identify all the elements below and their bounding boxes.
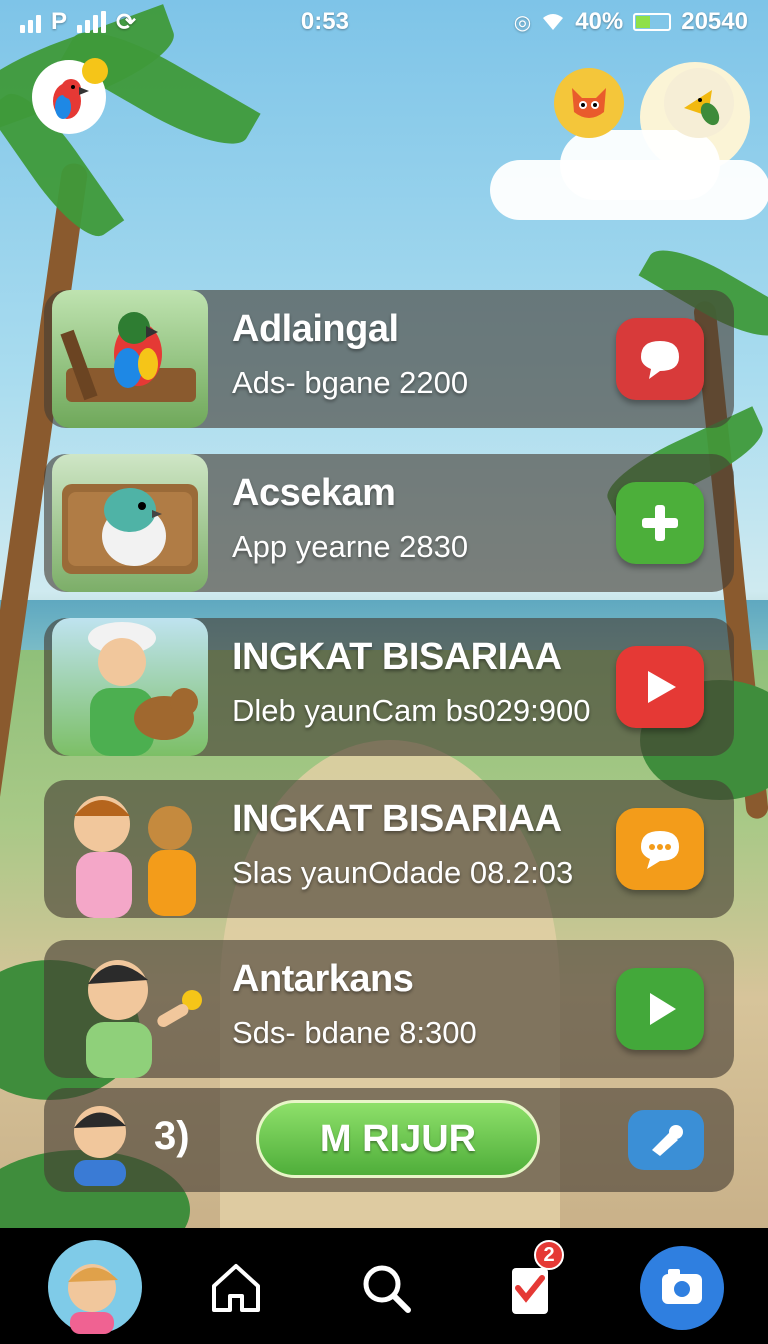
item-title: Adlaingal xyxy=(232,308,399,350)
carrier-label: P xyxy=(51,8,68,35)
boy-waving-thumbnail xyxy=(52,940,208,1078)
cloud xyxy=(560,130,720,200)
plus-icon[interactable] xyxy=(616,482,704,564)
status-bar: P ⟳ 0:53 ◎ 40% 20540 xyxy=(0,0,768,44)
list-item[interactable]: INGKAT BISARIAA Slas yaunOdade 08.2:03 xyxy=(44,780,734,918)
list-item[interactable]: Antarkans Sds- bdane 8:300 xyxy=(44,940,734,1078)
signal-icon xyxy=(77,11,107,33)
list-item[interactable]: INGKAT BISARIAA Dleb yaunCam bs029:900 xyxy=(44,618,734,756)
battery-icon xyxy=(633,13,672,31)
camera-icon[interactable] xyxy=(638,1244,726,1332)
notification-dot xyxy=(82,58,108,84)
item-title: Antarkans xyxy=(232,958,414,1000)
wifi-icon xyxy=(543,14,564,30)
bird-icon[interactable] xyxy=(664,68,734,138)
item-title: INGKAT BISARIAA xyxy=(232,636,562,678)
speech-bubble-icon[interactable] xyxy=(616,808,704,890)
checklist-icon[interactable]: 2 xyxy=(484,1240,572,1332)
notification-badge: 2 xyxy=(534,1240,564,1270)
item-subtitle: Dleb yaunCam bs029:900 xyxy=(232,693,591,728)
signal-icon xyxy=(20,11,41,33)
item-subtitle: Slas yaunOdade 08.2:03 xyxy=(232,855,574,890)
main-action-button[interactable]: M RIJUR xyxy=(256,1100,540,1178)
bird-thumbnail xyxy=(52,454,208,592)
boy-with-pet-thumbnail xyxy=(52,618,208,756)
megaphone-icon[interactable] xyxy=(628,1110,704,1170)
sound-count: 3) xyxy=(154,1114,190,1158)
search-icon[interactable] xyxy=(342,1244,430,1332)
bottom-nav: 2 xyxy=(0,1228,768,1344)
list-item[interactable]: Acsekam App yearne 2830 xyxy=(44,454,734,592)
item-subtitle: Sds- bdane 8:300 xyxy=(232,1015,477,1050)
play-icon[interactable] xyxy=(616,968,704,1050)
play-icon[interactable] xyxy=(616,646,704,728)
chat-bubble-icon[interactable] xyxy=(616,318,704,400)
profile-avatar[interactable] xyxy=(48,1240,142,1334)
battery-percent: 40% xyxy=(575,8,624,35)
data-saver-icon: ◎ xyxy=(513,11,532,34)
clock: 0:53 xyxy=(300,8,349,35)
kids-thumbnail xyxy=(52,780,208,918)
home-icon[interactable] xyxy=(192,1244,280,1332)
sync-icon: ⟳ xyxy=(116,8,137,36)
item-subtitle: Ads- bgane 2200 xyxy=(232,365,469,400)
bottom-action-bar: 3) M RIJUR xyxy=(44,1088,734,1192)
parrot-thumbnail xyxy=(52,290,208,428)
item-subtitle: App yearne 2830 xyxy=(232,529,469,564)
item-title: Acsekam xyxy=(232,472,396,514)
list-item[interactable]: Adlaingal Ads- bgane 2200 xyxy=(44,290,734,428)
fox-icon[interactable] xyxy=(554,68,624,138)
item-title: INGKAT BISARIAA xyxy=(232,798,562,840)
boy-avatar xyxy=(62,1094,138,1186)
status-extra: 20540 xyxy=(681,8,748,35)
